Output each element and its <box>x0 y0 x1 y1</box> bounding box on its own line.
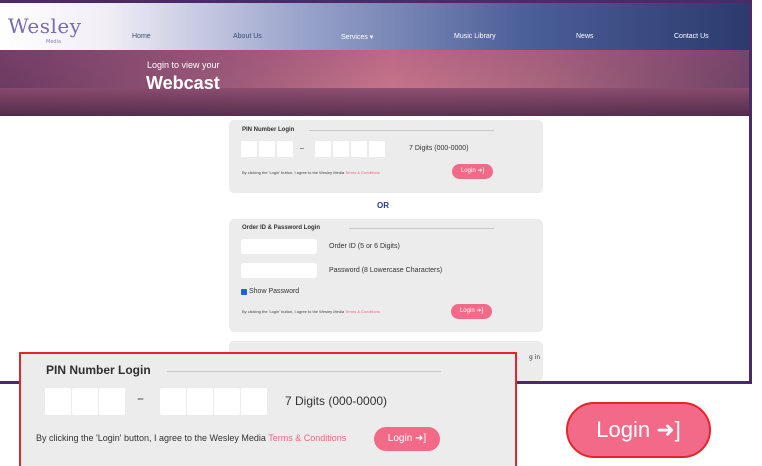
zoom-pin-digit-5[interactable] <box>187 388 213 415</box>
show-password-label: Show Password <box>249 288 300 295</box>
pin-terms-prefix: By clicking the 'Login' button, I agree … <box>242 170 346 175</box>
order-id-input[interactable] <box>241 239 317 254</box>
nav-news[interactable]: News <box>576 33 594 40</box>
hero-sea-image <box>0 88 749 116</box>
hero-subtitle: Login to view your <box>147 60 220 70</box>
nav-services[interactable]: Services ▾ <box>341 33 373 41</box>
zoom-login-button[interactable]: Login ➜] <box>374 427 440 451</box>
pin-digit-6[interactable] <box>351 141 367 157</box>
pin-terms-text: By clicking the 'Login' button, I agree … <box>242 170 380 175</box>
password-input[interactable] <box>241 263 317 278</box>
nav-about-us[interactable]: About Us <box>233 33 262 40</box>
pin-terms-link[interactable]: Terms & Conditions <box>345 170 380 175</box>
nav-home[interactable]: Home <box>132 33 151 40</box>
pin-login-title: PIN Number Login <box>242 127 295 133</box>
zoom-pin-digit-3[interactable] <box>99 388 125 415</box>
order-terms-link[interactable]: Terms & Conditions <box>345 309 380 314</box>
pin-digit-4[interactable] <box>315 141 331 157</box>
zoom-pin-digit-4[interactable] <box>160 388 186 415</box>
order-login-title: Order ID & Password Login <box>242 225 321 231</box>
zoom-pin-digit-6[interactable] <box>214 388 240 415</box>
zoom-terms-link[interactable]: Terms & Conditions <box>268 433 346 443</box>
zoom-divider <box>167 371 441 372</box>
or-divider: OR <box>377 201 389 210</box>
order-terms-text: By clicking the 'Login' button, I agree … <box>242 309 380 314</box>
zoom-pin-digit-7[interactable] <box>241 388 267 415</box>
zoom-pin-digit-2[interactable] <box>72 388 98 415</box>
pin-login-card: PIN Number Login – 7 Digits (000-0000) B… <box>229 120 543 193</box>
zoom-pin-digit-1[interactable] <box>45 388 71 415</box>
pin-digit-7[interactable] <box>369 141 385 157</box>
logo-subtext: Media <box>46 39 62 45</box>
pin-digit-2[interactable] <box>259 141 275 157</box>
pin-hint: 7 Digits (000-0000) <box>409 145 469 152</box>
divider <box>309 130 494 131</box>
zoom-pin-title: PIN Number Login <box>46 363 151 377</box>
zoom-terms-prefix: By clicking the 'Login' button, I agree … <box>36 433 269 443</box>
pin-separator: – <box>300 145 304 152</box>
order-terms-prefix: By clicking the 'Login' button, I agree … <box>242 309 346 314</box>
browser-window: Wesley Media Home About Us Services ▾ Mu… <box>0 0 752 384</box>
order-login-card: Order ID & Password Login Order ID (5 or… <box>229 219 543 332</box>
nav-contact-us[interactable]: Contact Us <box>674 33 709 40</box>
divider <box>349 228 494 229</box>
wesley-logo[interactable]: Wesley <box>8 14 82 38</box>
order-login-button[interactable]: Login ➜] <box>451 304 492 319</box>
big-login-button[interactable]: Login ➜] <box>566 402 711 458</box>
partial-card-text: g in <box>529 354 541 361</box>
pin-digit-3[interactable] <box>277 141 293 157</box>
pin-digit-5[interactable] <box>333 141 349 157</box>
hero-title: Webcast <box>146 73 220 93</box>
password-hint: Password (8 Lowercase Characters) <box>329 267 443 274</box>
zoom-pin-hint: 7 Digits (000-0000) <box>285 394 388 408</box>
pin-login-button[interactable]: Login ➜] <box>452 164 493 179</box>
pin-digit-1[interactable] <box>241 141 257 157</box>
pin-login-zoom-callout: PIN Number Login – 7 Digits (000-0000) B… <box>19 352 517 466</box>
order-id-hint: Order ID (5 or 6 Digits) <box>329 243 400 250</box>
top-nav: Wesley Media Home About Us Services ▾ Mu… <box>0 0 749 50</box>
nav-music-library[interactable]: Music Library <box>454 33 496 40</box>
show-password-checkbox[interactable] <box>241 289 247 295</box>
zoom-pin-separator: – <box>137 391 144 407</box>
zoom-terms-text: By clicking the 'Login' button, I agree … <box>36 433 346 443</box>
